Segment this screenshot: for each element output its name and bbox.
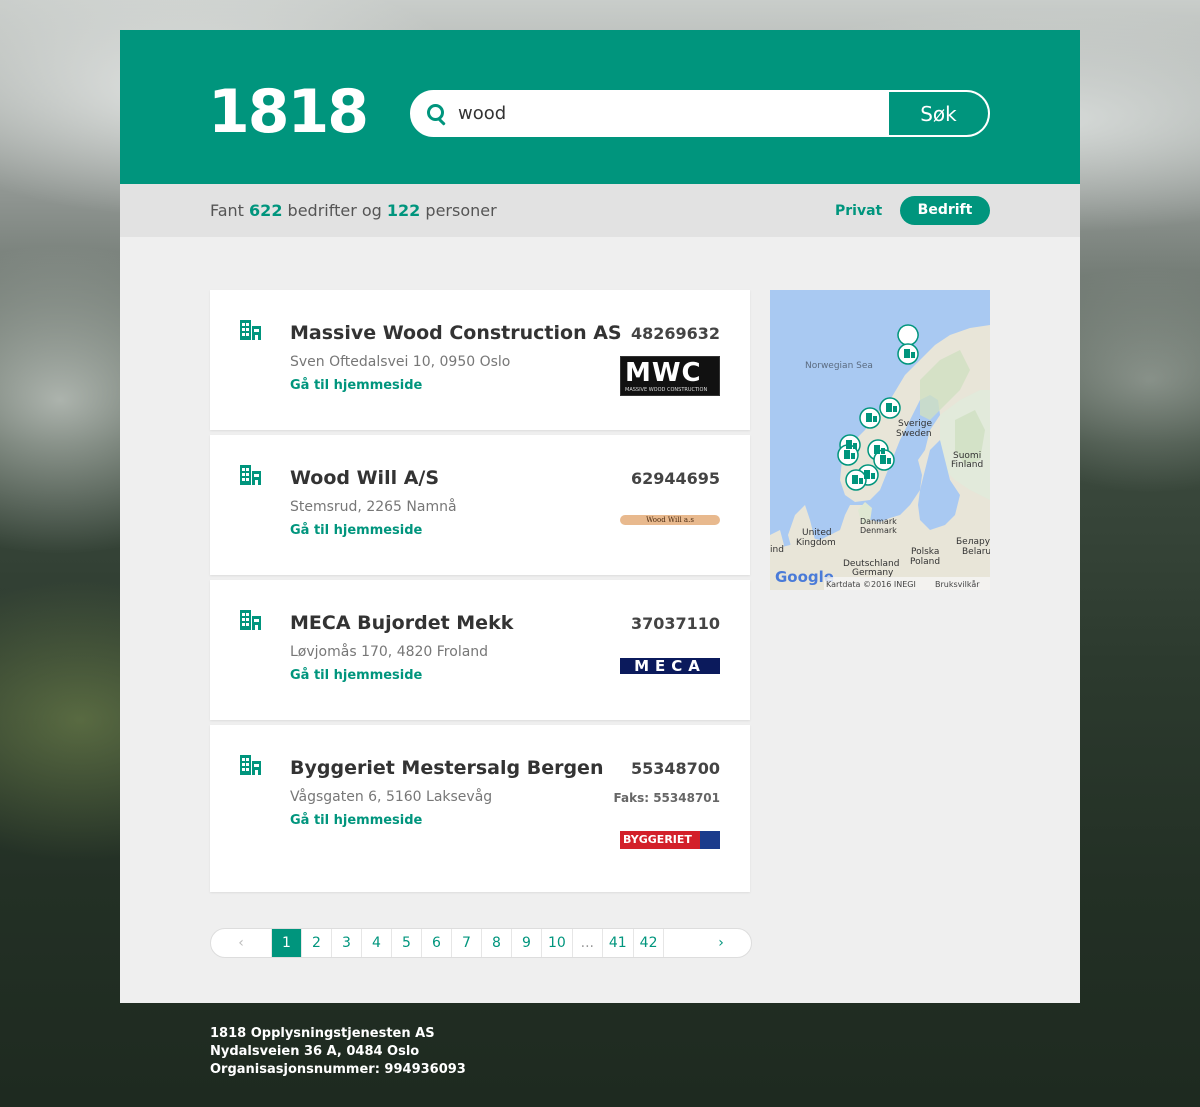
search-input[interactable]: [456, 92, 889, 135]
result-count-suffix: personer: [425, 201, 497, 220]
company-address: Stemsrud, 2265 Namnå: [290, 499, 457, 515]
company-logo-text: BYGGERIET: [623, 833, 692, 846]
result-count-prefix: Fant: [210, 201, 244, 220]
result-card[interactable]: Byggeriet Mestersalg Bergen Vågsgaten 6,…: [210, 725, 750, 892]
company-logo-text: MECA: [634, 657, 706, 675]
company-phone[interactable]: 55348700: [631, 759, 720, 778]
building-icon: [240, 610, 261, 630]
map-label-denmark: Denmark: [860, 526, 897, 535]
page-button[interactable]: 2: [301, 929, 331, 957]
company-address: Løvjomås 170, 4820 Froland: [290, 644, 489, 660]
persons-count: 122: [386, 201, 421, 220]
company-logo-subtext: MASSIVE WOOD CONSTRUCTION: [625, 387, 708, 393]
building-icon: [240, 755, 261, 775]
page-button[interactable]: 41: [601, 929, 633, 957]
map-label-sverige: Sverige: [898, 419, 932, 429]
page-button[interactable]: 3: [331, 929, 361, 957]
map-label-ireland: ind: [770, 545, 784, 555]
search-icon: [412, 92, 456, 135]
homepage-link[interactable]: Gå til hjemmeside: [290, 813, 422, 828]
map-label-germany: Germany: [852, 568, 894, 578]
company-phone[interactable]: 48269632: [631, 324, 720, 343]
company-logo: BYGGERIET: [620, 831, 720, 849]
company-logo-text: MWC: [625, 358, 702, 388]
map-label-danmark: Danmark: [860, 517, 897, 526]
company-logo: MWC MASSIVE WOOD CONSTRUCTION: [620, 356, 720, 396]
map-label-polska: Polska: [911, 547, 939, 557]
company-phone[interactable]: 62944695: [631, 469, 720, 488]
page-button[interactable]: 4: [361, 929, 391, 957]
filter-bedrift[interactable]: Bedrift: [900, 196, 990, 225]
filter-privat[interactable]: Privat: [835, 203, 882, 219]
building-icon: [240, 465, 261, 485]
company-name[interactable]: Massive Wood Construction AS: [290, 322, 622, 344]
results-map[interactable]: Norwegian Sea Sverige Sweden Suomi Finla…: [770, 290, 990, 590]
homepage-link[interactable]: Gå til hjemmeside: [290, 523, 422, 538]
company-address: Vågsgaten 6, 5160 Laksevåg: [290, 789, 493, 805]
page-button[interactable]: 42: [632, 929, 665, 957]
footer-org-number: Organisasjonsnummer: 994936093: [210, 1062, 466, 1077]
page-button[interactable]: 8: [481, 929, 511, 957]
company-name[interactable]: Wood Will A/S: [290, 467, 439, 489]
page-button[interactable]: 7: [451, 929, 481, 957]
page-ellipsis: ...: [571, 929, 602, 957]
result-card[interactable]: Massive Wood Construction AS Sven Ofteda…: [210, 290, 750, 430]
header: 1818 Søk: [120, 30, 1080, 184]
company-address: Sven Oftedalsvei 10, 0950 Oslo: [290, 354, 511, 370]
page-button[interactable]: 6: [421, 929, 451, 957]
map-label-belarus-cyr: Белару: [956, 537, 990, 547]
homepage-link[interactable]: Gå til hjemmeside: [290, 378, 422, 393]
map-label-poland: Poland: [910, 557, 940, 567]
footer: 1818 Opplysningstjenesten AS Nydalsveien…: [210, 1025, 466, 1079]
map-label-united: United: [802, 528, 832, 538]
map-label-belarus: Belaru: [962, 547, 990, 557]
pagination: ‹ 1 2 3 4 5 6 7 8 9 10 ... 41 42 ›: [210, 928, 752, 958]
map-label-sweden: Sweden: [896, 429, 932, 439]
page-prev-button[interactable]: ‹: [211, 929, 271, 957]
map-attribution: Kartdata ©2016 INEGI: [826, 580, 916, 589]
byggeriet-house-icon: [700, 831, 720, 849]
building-icon: [240, 320, 261, 340]
companies-count: 622: [249, 201, 283, 220]
result-count: Fant 622 bedrifter og 122 personer: [210, 201, 497, 220]
company-logo: MECA: [620, 658, 720, 674]
company-phone[interactable]: 37037110: [631, 614, 720, 633]
page-button[interactable]: 10: [541, 929, 572, 957]
logo[interactable]: 1818: [208, 80, 369, 144]
map-canvas: Norwegian Sea Sverige Sweden Suomi Finla…: [770, 290, 990, 590]
result-card[interactable]: MECA Bujordet Mekk Løvjomås 170, 4820 Fr…: [210, 580, 750, 720]
results-subbar: Fant 622 bedrifter og 122 personer Priva…: [120, 184, 1080, 237]
company-name[interactable]: Byggeriet Mestersalg Bergen: [290, 757, 603, 779]
footer-company: 1818 Opplysningstjenesten AS: [210, 1026, 435, 1041]
company-logo-text: Wood Will a.s: [646, 516, 694, 524]
homepage-link[interactable]: Gå til hjemmeside: [290, 668, 422, 683]
footer-address: Nydalsveien 36 A, 0484 Oslo: [210, 1044, 420, 1059]
result-card[interactable]: Wood Will A/S Stemsrud, 2265 Namnå Gå ti…: [210, 435, 750, 575]
page-next-button[interactable]: ›: [691, 929, 751, 957]
page-button[interactable]: 9: [511, 929, 541, 957]
result-count-middle: bedrifter og: [287, 201, 382, 220]
map-label-finland: Finland: [951, 460, 983, 470]
page-button[interactable]: 1: [271, 929, 301, 957]
company-logo: Wood Will a.s: [620, 515, 720, 525]
map-terms-link[interactable]: Bruksvilkår: [935, 579, 980, 589]
main-panel: 1818 Søk Fant 622 bedrifter og 122 perso…: [120, 30, 1080, 1003]
search-box: Søk: [410, 90, 990, 137]
company-name[interactable]: MECA Bujordet Mekk: [290, 612, 513, 634]
search-button[interactable]: Søk: [889, 92, 988, 135]
company-fax: Faks: 55348701: [613, 791, 721, 805]
map-label-kingdom: Kingdom: [796, 538, 836, 548]
map-label-sea: Norwegian Sea: [805, 361, 873, 371]
page-button[interactable]: 5: [391, 929, 421, 957]
